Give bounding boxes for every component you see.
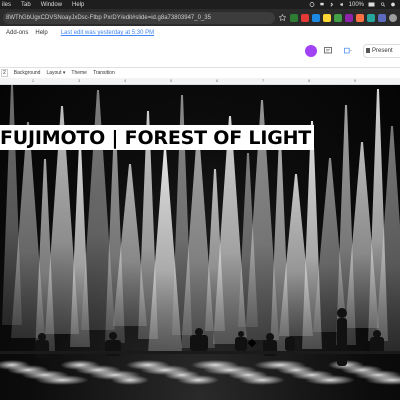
menu-addons[interactable]: Add-ons — [6, 30, 28, 36]
extension-icon[interactable] — [345, 13, 353, 22]
ruler-mark: 9 — [354, 78, 357, 83]
comment-icon[interactable] — [324, 47, 332, 55]
horizontal-ruler: 2 3 4 5 6 7 8 9 — [0, 78, 400, 85]
volume-icon[interactable] — [339, 2, 345, 7]
profile-avatar[interactable] — [389, 13, 397, 22]
ruler-mark: 7 — [262, 78, 265, 83]
extension-icon[interactable] — [312, 13, 320, 22]
ruler-mark: 4 — [124, 78, 127, 83]
light-pool — [177, 375, 219, 385]
ruler-mark: 3 — [78, 78, 81, 83]
formatting-toolbar: 2 Background Layout ▾ Theme Transition — [0, 67, 400, 78]
ruler-mark: 6 — [216, 78, 219, 83]
browser-toolbar: 8WThGbUgxCDVSNoayJxDsc-Ftbp PxrDY/edit#s… — [0, 9, 400, 26]
bookmark-star-icon[interactable] — [279, 14, 286, 21]
light-pool — [305, 375, 355, 385]
extension-icon[interactable] — [323, 13, 331, 22]
flag-icon[interactable] — [319, 2, 325, 7]
theme-button[interactable]: Theme — [71, 70, 87, 76]
extension-icon[interactable] — [356, 13, 364, 22]
ruler-mark: 5 — [170, 78, 173, 83]
battery-percent: 100% — [348, 1, 364, 8]
light-pool — [111, 375, 149, 385]
battery-icon[interactable] — [368, 2, 376, 7]
slide-title: FUJIMOTO | FOREST OF LIGHT — [0, 126, 312, 149]
clock-icon[interactable] — [309, 2, 315, 7]
menu-help-slides[interactable]: Help — [35, 30, 47, 36]
bluetooth-icon[interactable] — [329, 2, 335, 7]
address-bar[interactable]: 8WThGbUgxCDVSNoayJxDsc-Ftbp PxrDY/edit#s… — [3, 11, 275, 24]
layout-button[interactable]: Layout ▾ — [46, 70, 65, 76]
last-edit-link[interactable]: Last edit was yesterday at 5:30 PM — [61, 30, 154, 36]
slide-canvas[interactable]: FUJIMOTO | FOREST OF LIGHT — [0, 85, 400, 400]
ruler-mark: 8 — [308, 78, 311, 83]
extension-icon[interactable] — [290, 13, 298, 22]
menu-help[interactable]: Help — [72, 2, 84, 8]
extension-icon[interactable] — [334, 13, 342, 22]
toolbar-fragment[interactable]: 2 — [1, 69, 8, 77]
extension-icon[interactable] — [378, 13, 386, 22]
control-center-icon[interactable] — [390, 2, 396, 7]
background-button[interactable]: Background — [14, 70, 41, 76]
transition-button[interactable]: Transition — [93, 70, 115, 76]
present-button[interactable]: Present — [363, 44, 400, 58]
extension-icon[interactable] — [367, 13, 375, 22]
slides-menu-row: Add-ons Help Last edit was yesterday at … — [0, 28, 154, 38]
menu-tab[interactable]: Tab — [21, 2, 31, 8]
present-options-icon[interactable] — [344, 47, 352, 55]
ruler-mark: 2 — [32, 78, 35, 83]
menu-window[interactable]: Window — [41, 2, 62, 8]
light-pool — [239, 375, 285, 385]
extensions-area — [290, 13, 397, 22]
menu-files[interactable]: iles — [2, 2, 11, 8]
slide-title-box[interactable]: FUJIMOTO | FOREST OF LIGHT — [0, 125, 315, 150]
extension-icon[interactable] — [301, 13, 309, 22]
macos-menubar: iles Tab Window Help 100% — [0, 0, 400, 9]
light-pool — [35, 375, 89, 385]
spotlight-icon[interactable] — [380, 2, 386, 7]
user-avatar[interactable] — [305, 45, 317, 57]
